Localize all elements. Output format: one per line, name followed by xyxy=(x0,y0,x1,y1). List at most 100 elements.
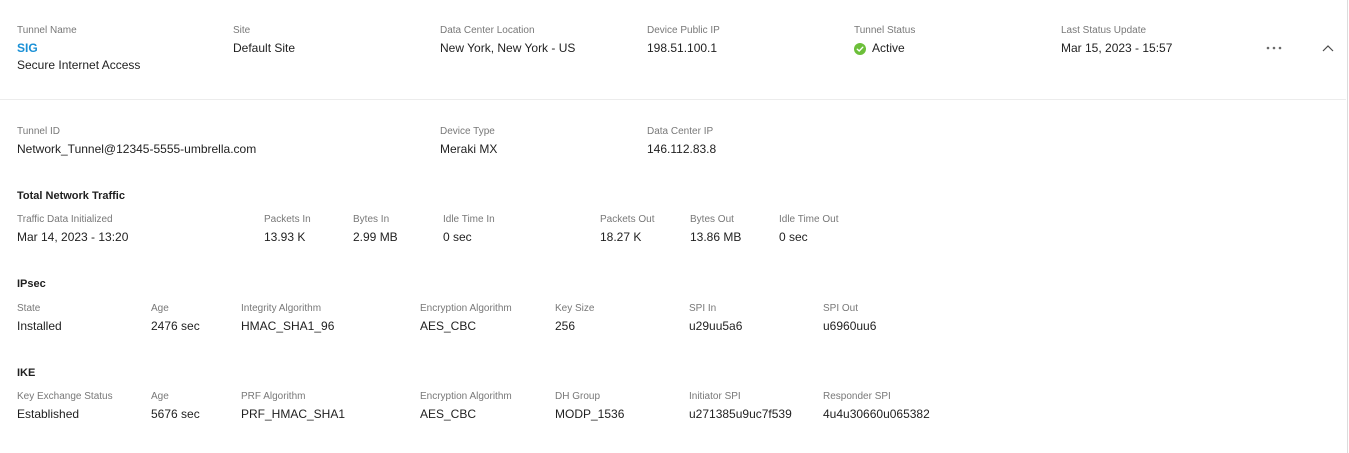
ipsec-age-value: 2476 sec xyxy=(151,319,200,333)
idle-in-label: Idle Time In xyxy=(443,214,495,225)
ipsec-encryption-value: AES_CBC xyxy=(420,319,477,333)
check-circle-icon xyxy=(854,42,866,55)
last-update-label: Last Status Update xyxy=(1061,25,1147,36)
tunnel-status-label: Tunnel Status xyxy=(854,25,916,36)
ipsec-encryption-label: Encryption Algorithm xyxy=(420,303,512,314)
ipsec-key-size-cell: Key Size 256 xyxy=(555,303,594,334)
ike-key-exchange-label: Key Exchange Status xyxy=(17,391,113,402)
tunnel-status-value: Active xyxy=(872,41,905,55)
ike-age-value: 5676 sec xyxy=(151,407,200,421)
device-type-value: Meraki MX xyxy=(440,142,498,156)
ike-key-exchange-cell: Key Exchange Status Established xyxy=(17,391,113,422)
ike-prf-cell: PRF Algorithm PRF_HMAC_SHA1 xyxy=(241,391,345,422)
ipsec-spi-in-value: u29uu5a6 xyxy=(689,319,743,333)
bytes-in-value: 2.99 MB xyxy=(353,230,398,244)
idle-in-cell: Idle Time In 0 sec xyxy=(443,214,495,245)
ike-encryption-cell: Encryption Algorithm AES_CBC xyxy=(420,391,512,422)
packets-out-label: Packets Out xyxy=(600,214,655,225)
ipsec-integrity-value: HMAC_SHA1_96 xyxy=(241,319,335,333)
ike-responder-spi-cell: Responder SPI 4u4u30660u065382 xyxy=(823,391,930,422)
public-ip-value: 198.51.100.1 xyxy=(647,41,718,55)
bytes-in-label: Bytes In xyxy=(353,214,390,225)
ike-encryption-label: Encryption Algorithm xyxy=(420,391,512,402)
ike-age-label: Age xyxy=(151,391,169,402)
bytes-out-cell: Bytes Out 13.86 MB xyxy=(690,214,741,245)
public-ip-cell: Device Public IP 198.51.100.1 xyxy=(647,25,720,56)
tunnel-id-value: Network_Tunnel@12345-5555-umbrella.com xyxy=(17,142,257,156)
ike-key-exchange-value: Established xyxy=(17,407,80,421)
ipsec-state-label: State xyxy=(17,303,41,314)
ipsec-spi-out-cell: SPI Out u6960uu6 xyxy=(823,303,876,334)
tunnel-status-cell: Tunnel Status Active xyxy=(854,25,915,56)
ike-dh-group-value: MODP_1536 xyxy=(555,407,625,421)
last-update-value: Mar 15, 2023 - 15:57 xyxy=(1061,41,1173,55)
ipsec-integrity-label: Integrity Algorithm xyxy=(241,303,322,314)
ipsec-encryption-cell: Encryption Algorithm AES_CBC xyxy=(420,303,512,334)
ipsec-spi-out-label: SPI Out xyxy=(823,303,859,314)
ipsec-spi-in-cell: SPI In u29uu5a6 xyxy=(689,303,742,334)
idle-in-value: 0 sec xyxy=(443,230,472,244)
ipsec-integrity-cell: Integrity Algorithm HMAC_SHA1_96 xyxy=(241,303,334,334)
ike-dh-group-label: DH Group xyxy=(555,391,601,402)
public-ip-label: Device Public IP xyxy=(647,25,720,36)
bytes-in-cell: Bytes In 2.99 MB xyxy=(353,214,398,245)
dc-ip-cell: Data Center IP 146.112.83.8 xyxy=(647,126,716,157)
ike-dh-group-cell: DH Group MODP_1536 xyxy=(555,391,624,422)
packets-out-cell: Packets Out 18.27 K xyxy=(600,214,654,245)
site-value: Default Site xyxy=(233,41,296,55)
dc-location-label: Data Center Location xyxy=(440,25,535,36)
ipsec-spi-in-label: SPI In xyxy=(689,303,717,314)
dc-ip-value: 146.112.83.8 xyxy=(647,142,717,156)
site-label: Site xyxy=(233,25,251,36)
ipsec-age-cell: Age 2476 sec xyxy=(151,303,200,334)
ike-age-cell: Age 5676 sec xyxy=(151,391,200,422)
packets-in-cell: Packets In 13.93 K xyxy=(264,214,311,245)
ipsec-spi-out-value: u6960uu6 xyxy=(823,319,877,333)
tunnel-name-link[interactable]: SIG xyxy=(17,41,140,56)
bytes-out-label: Bytes Out xyxy=(690,214,734,225)
idle-out-label: Idle Time Out xyxy=(779,214,839,225)
ike-initiator-spi-cell: Initiator SPI u271385u9uc7f539 xyxy=(689,391,792,422)
tunnel-status: Active xyxy=(854,41,915,56)
packets-in-label: Packets In xyxy=(264,214,311,225)
ipsec-key-size-value: 256 xyxy=(555,319,576,333)
tunnel-id-label: Tunnel ID xyxy=(17,126,60,137)
chevron-up-icon[interactable] xyxy=(1320,40,1336,56)
last-update-cell: Last Status Update Mar 15, 2023 - 15:57 xyxy=(1061,25,1172,56)
idle-out-cell: Idle Time Out 0 sec xyxy=(779,214,838,245)
packets-in-value: 13.93 K xyxy=(264,230,306,244)
ike-responder-spi-value: 4u4u30660u065382 xyxy=(823,407,930,421)
ipsec-state-value: Installed xyxy=(17,319,62,333)
panel-right-border xyxy=(1347,0,1348,453)
ike-initiator-spi-label: Initiator SPI xyxy=(689,391,741,402)
dc-location-cell: Data Center Location New York, New York … xyxy=(440,25,575,56)
dc-location-value: New York, New York - US xyxy=(440,41,576,55)
ike-prf-value: PRF_HMAC_SHA1 xyxy=(241,407,346,421)
traffic-initialized-cell: Traffic Data Initialized Mar 14, 2023 - … xyxy=(17,214,128,245)
site-cell: Site Default Site xyxy=(233,25,295,56)
ike-section-title: IKE xyxy=(17,367,36,379)
ike-responder-spi-label: Responder SPI xyxy=(823,391,891,402)
bytes-out-value: 13.86 MB xyxy=(690,230,742,244)
idle-out-value: 0 sec xyxy=(779,230,808,244)
dc-ip-label: Data Center IP xyxy=(647,126,714,137)
tunnel-id-cell: Tunnel ID Network_Tunnel@12345-5555-umbr… xyxy=(17,126,256,157)
ipsec-key-size-label: Key Size xyxy=(555,303,595,314)
ike-prf-label: PRF Algorithm xyxy=(241,391,306,402)
packets-out-value: 18.27 K xyxy=(600,230,642,244)
tunnel-name-label: Tunnel Name xyxy=(17,25,77,36)
ike-encryption-value: AES_CBC xyxy=(420,407,477,421)
ellipsis-icon[interactable] xyxy=(1264,40,1284,56)
tunnel-summary-row[interactable]: Tunnel Name SIG Secure Internet Access S… xyxy=(0,0,1346,100)
traffic-initialized-value: Mar 14, 2023 - 13:20 xyxy=(17,230,129,244)
ipsec-age-label: Age xyxy=(151,303,169,314)
ike-initiator-spi-value: u271385u9uc7f539 xyxy=(689,407,792,421)
device-type-label: Device Type xyxy=(440,126,495,137)
ipsec-state-cell: State Installed xyxy=(17,303,62,334)
tunnel-type: Secure Internet Access xyxy=(17,58,141,72)
tunnel-name-cell: Tunnel Name SIG Secure Internet Access xyxy=(17,25,140,73)
ipsec-section-title: IPsec xyxy=(17,278,46,290)
traffic-section-title: Total Network Traffic xyxy=(17,190,125,202)
device-type-cell: Device Type Meraki MX xyxy=(440,126,497,157)
traffic-initialized-label: Traffic Data Initialized xyxy=(17,214,113,225)
